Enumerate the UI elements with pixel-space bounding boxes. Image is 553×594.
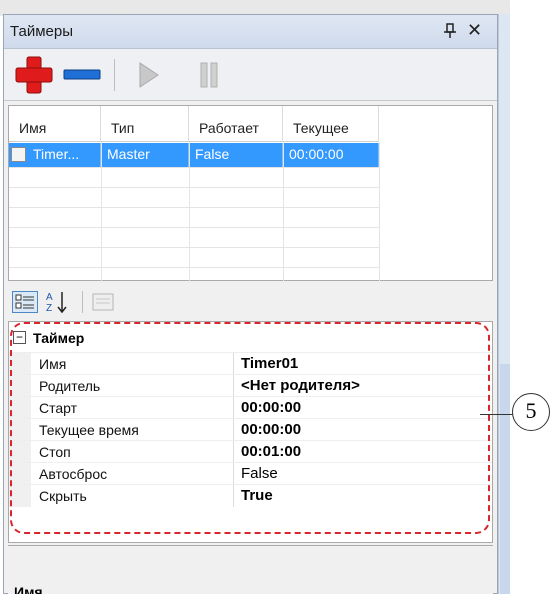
column-header-name[interactable]: Имя [9, 106, 101, 142]
property-divider [233, 419, 234, 441]
svg-text:A: A [46, 292, 53, 303]
category-row[interactable]: − Таймер [9, 328, 492, 350]
grid-line [9, 247, 379, 248]
property-value[interactable]: False [241, 465, 278, 482]
property-value[interactable]: 00:00:00 [241, 399, 301, 416]
property-name: Имя [39, 356, 67, 372]
panel-titlebar: Таймеры ✕ [4, 15, 497, 49]
property-row[interactable]: Стоп 00:01:00 [9, 440, 492, 463]
svg-text:Z: Z [46, 303, 52, 314]
property-toolbar: A Z [4, 285, 497, 321]
property-value[interactable]: Timer01 [241, 355, 298, 372]
grid-line [9, 227, 379, 228]
grid-line [101, 142, 102, 282]
property-row[interactable]: Скрыть True [9, 484, 492, 507]
property-name: Скрыть [39, 488, 87, 504]
sort-alpha-icon: A Z [46, 292, 67, 314]
column-header-type[interactable]: Тип [101, 106, 189, 142]
property-divider [233, 375, 234, 397]
property-gutter [9, 463, 31, 485]
property-gutter [9, 419, 31, 441]
collapse-icon[interactable]: − [13, 331, 26, 344]
timers-grid[interactable]: Имя Тип Работает Текущее Timer... Master… [8, 105, 493, 282]
cell-name-text: Timer... [33, 146, 80, 162]
property-gutter [9, 375, 31, 397]
callout-number: 5 [512, 393, 550, 431]
toolbar-separator [114, 59, 115, 91]
property-divider [233, 485, 234, 507]
grid-line [9, 187, 379, 188]
property-row[interactable]: Текущее время 00:00:00 [9, 418, 492, 441]
property-row[interactable]: Имя Timer01 [9, 352, 492, 375]
grid-line [9, 267, 379, 268]
property-pages-button[interactable] [90, 291, 116, 313]
column-header-running[interactable]: Работает [189, 106, 283, 142]
panel-title: Таймеры [10, 23, 73, 40]
property-pages-icon [92, 293, 114, 311]
add-timer-button[interactable] [14, 55, 54, 95]
scrollbar-thumb[interactable] [500, 364, 510, 594]
property-gutter [9, 441, 31, 463]
property-value[interactable]: 00:00:00 [241, 421, 301, 438]
callout-leader-line [480, 414, 514, 415]
pin-icon[interactable] [444, 23, 456, 42]
property-gutter [9, 485, 31, 507]
help-title: Имя [14, 584, 43, 594]
remove-timer-button[interactable] [62, 59, 102, 91]
grid-line [9, 207, 379, 208]
side-scrollbar[interactable] [498, 14, 510, 594]
categorized-button[interactable] [12, 291, 38, 313]
timers-panel: Таймеры ✕ Имя Тип Работает Текущее Timer… [3, 14, 498, 594]
property-value[interactable]: True [241, 487, 273, 504]
row-checkbox[interactable] [11, 147, 26, 162]
property-gutter [9, 397, 31, 419]
property-name: Автосброс [39, 466, 108, 482]
categorized-icon [15, 294, 34, 309]
pause-icon [200, 62, 218, 88]
category-label: Таймер [33, 330, 85, 346]
property-gutter [9, 353, 31, 375]
alphabetical-button[interactable]: A Z [44, 289, 74, 315]
remove-timer-icon [63, 69, 101, 80]
cell-type: Master [101, 143, 189, 167]
grid-line [9, 167, 379, 168]
property-name: Стоп [39, 444, 71, 460]
property-name: Старт [39, 400, 78, 416]
pause-timer-button[interactable] [194, 59, 224, 91]
property-divider [233, 463, 234, 485]
property-name: Текущее время [39, 422, 139, 438]
start-timer-button[interactable] [134, 59, 164, 91]
timers-toolbar [4, 49, 497, 101]
property-name: Родитель [39, 378, 101, 394]
close-icon[interactable]: ✕ [467, 20, 482, 41]
property-value[interactable]: <Нет родителя> [241, 377, 360, 394]
property-divider [233, 441, 234, 463]
property-value[interactable]: 00:01:00 [241, 443, 301, 460]
toolbar-separator [82, 291, 83, 313]
column-header-current[interactable]: Текущее [283, 106, 379, 142]
grid-line [189, 142, 190, 282]
add-timer-icon [15, 56, 53, 94]
property-grid[interactable]: − Таймер Имя Timer01 Родитель <Нет родителя… [8, 321, 493, 543]
property-row[interactable]: Автосброс False [9, 462, 492, 485]
cell-current: 00:00:00 [283, 143, 379, 167]
help-area: Имя [8, 545, 493, 594]
property-row[interactable]: Родитель <Нет родителя> [9, 374, 492, 397]
property-divider [233, 353, 234, 375]
grid-line [379, 142, 380, 282]
property-divider [233, 397, 234, 419]
grid-line [283, 142, 284, 282]
cell-running: False [189, 143, 283, 167]
table-row[interactable]: Timer... Master False 00:00:00 [9, 143, 379, 167]
play-icon [139, 62, 159, 88]
property-row[interactable]: Старт 00:00:00 [9, 396, 492, 419]
cell-name: Timer... [9, 143, 101, 167]
